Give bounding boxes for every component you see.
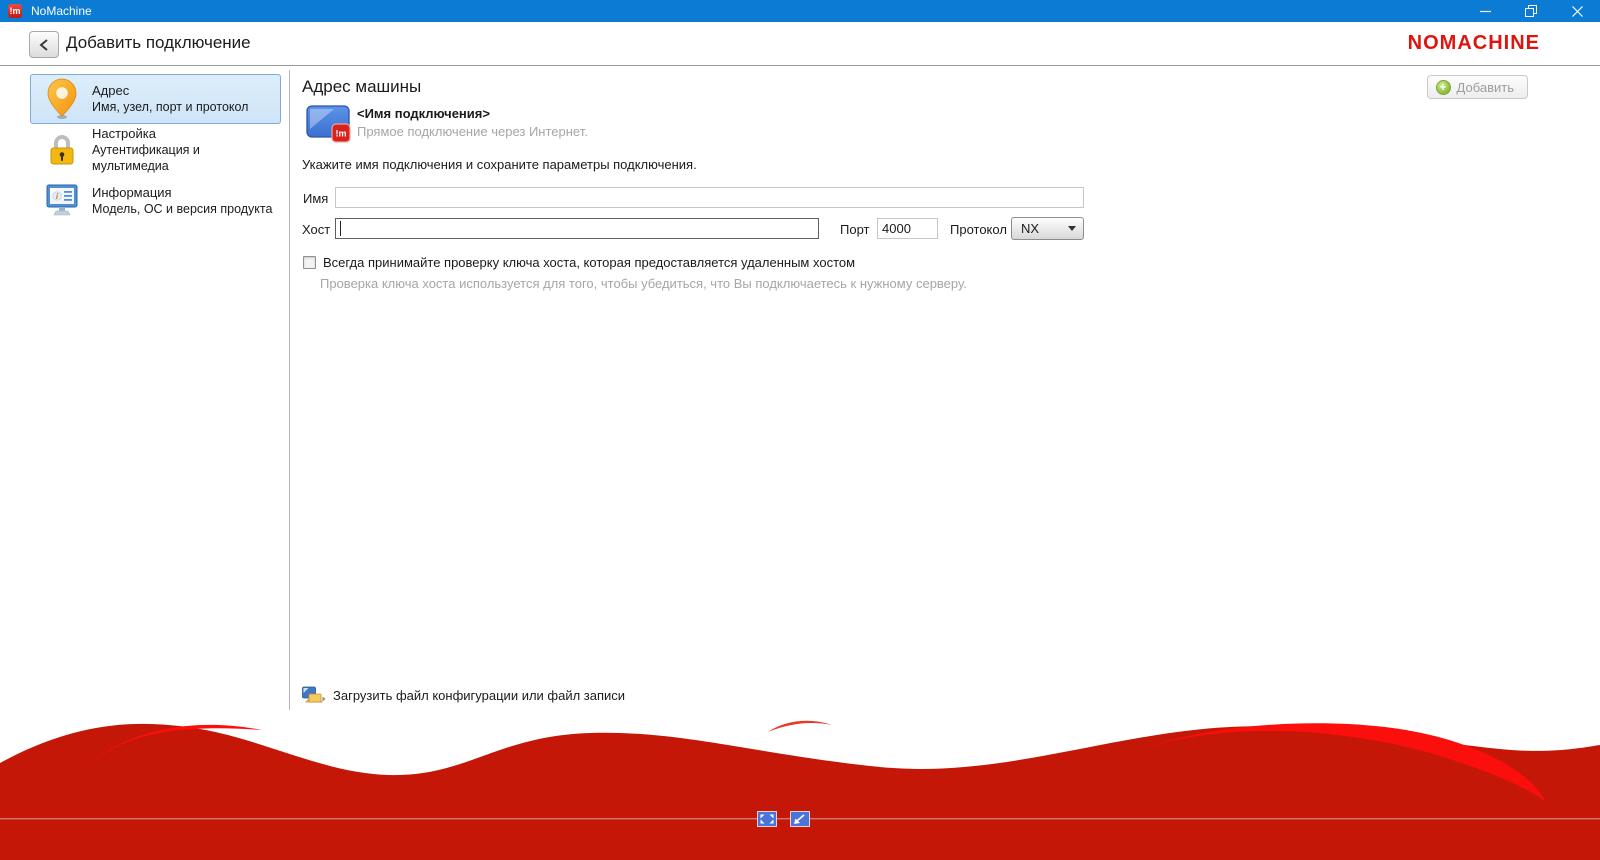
connection-name-display: <Имя подключения> <box>357 106 490 121</box>
load-file-icon <box>302 686 326 703</box>
map-pin-icon <box>46 78 78 120</box>
section-heading: Адрес машины <box>302 77 422 96</box>
sidebar-item-title: Адрес <box>92 83 130 98</box>
host-key-hint: Проверка ключа хоста используется для то… <box>320 276 967 291</box>
protocol-label: Протокол <box>950 222 1007 237</box>
window-title: NoMachine <box>31 4 92 18</box>
lock-icon <box>46 132 78 168</box>
sidebar-item-title: Настройка <box>91 126 156 141</box>
sidebar-item-subtitle: Модель, ОС и версия продукта <box>92 202 273 216</box>
load-config-label: Загрузить файл конфигурации или файл зап… <box>333 688 626 703</box>
nomachine-wordmark: NOMACHINE <box>1407 32 1540 54</box>
host-label: Хост <box>302 222 331 237</box>
host-key-checkbox[interactable] <box>303 256 316 269</box>
connection-icon: !m <box>306 103 354 150</box>
monitor-info-icon: i <box>46 184 78 218</box>
sidebar-item-subtitle: Имя, узел, порт и протокол <box>92 100 249 114</box>
port-input[interactable] <box>877 218 938 239</box>
text-caret <box>340 221 341 236</box>
protocol-select[interactable]: NX <box>1011 217 1084 240</box>
nomachine-window: !m NoMachine Добавить подключение NOMACH… <box>0 0 1600 860</box>
fullscreen-collapse-icon[interactable] <box>790 811 810 827</box>
minimize-button[interactable] <box>1462 0 1508 22</box>
port-label: Порт <box>840 222 870 237</box>
sidebar-item-subtitle: Аутентификация и мультимедиа <box>91 143 200 173</box>
sidebar-item-settings[interactable]: Настройка Аутентификация и мультимедиа <box>30 125 281 175</box>
load-config-link[interactable]: Загрузить файл конфигурации или файл зап… <box>302 686 625 705</box>
plus-icon: + <box>1435 79 1451 95</box>
back-chevron-icon <box>39 38 48 51</box>
page-title: Добавить подключение <box>66 33 251 52</box>
name-label: Имя <box>303 191 329 206</box>
back-button[interactable] <box>29 31 59 58</box>
chevron-down-icon <box>1068 226 1076 231</box>
protocol-selected-value: NX <box>1021 221 1040 236</box>
close-button[interactable] <box>1554 0 1600 22</box>
sidebar-divider <box>289 70 290 710</box>
titlebar: !m NoMachine <box>0 0 1600 22</box>
nomachine-app-icon: !m <box>8 4 22 18</box>
restore-button[interactable] <box>1508 0 1554 22</box>
host-key-checkbox-label: Всегда принимайте проверку ключа хоста, … <box>323 255 856 270</box>
name-input[interactable] <box>335 187 1084 208</box>
instruction-text: Укажите имя подключения и сохраните пара… <box>302 157 697 172</box>
page-header: Добавить подключение NOMACHINE <box>0 22 1600 66</box>
svg-text:!m: !m <box>336 129 347 139</box>
connection-description: Прямое подключение через Интернет. <box>357 124 588 139</box>
sidebar-item-address[interactable]: Адрес Имя, узел, порт и протокол <box>30 74 281 124</box>
sidebar-item-title: Информация <box>92 185 172 200</box>
sidebar-item-information[interactable]: i Информация Модель, ОС и версия продукт… <box>30 176 281 226</box>
host-input[interactable] <box>335 218 819 239</box>
footer-wave <box>0 715 1600 860</box>
add-button[interactable]: + Добавить <box>1426 75 1528 99</box>
add-button-label: Добавить <box>1456 79 1514 95</box>
fullscreen-expand-icon[interactable] <box>757 811 777 827</box>
